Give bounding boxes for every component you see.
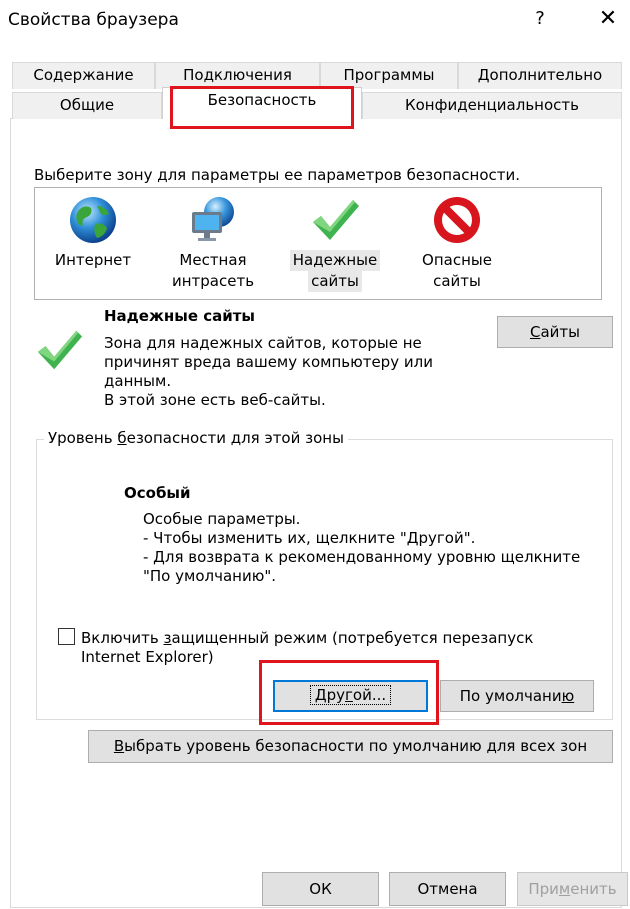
sites-button[interactable]: Сайты [497,316,613,348]
protected-mode-checkbox[interactable] [58,628,75,645]
btn-text: ыбрать уровень безопасности по умолчанию… [124,737,588,755]
ok-button[interactable]: ОК [262,872,379,906]
desc-line: Зона для надежных сайтов, которые не [104,334,422,352]
tab-programs[interactable]: Программы [320,62,458,89]
desc-line: В этой зоне есть веб-сайты. [104,391,326,409]
desc-line: причинят вреда вашему компьютеру или [104,353,433,371]
cancel-button[interactable]: Отмена [389,872,506,906]
custom-level-button[interactable]: Другой... [273,680,428,712]
zone-intranet[interactable]: Местная интрасеть [163,188,263,292]
zone-label-2: сайты [308,271,362,292]
level-title: Особый [124,484,191,502]
selected-zone-checkmark-icon [34,325,84,379]
btn-accel: м [558,880,571,898]
selected-zone-title: Надежные сайты [104,307,255,325]
desc-line: данным. [104,372,172,390]
btn-text: При [528,880,559,898]
btn-text: По умолчани [459,687,562,705]
window-title: Свойства браузера [8,10,179,30]
btn-text: ой... [352,686,387,704]
zone-label-2: сайты [433,272,481,290]
level-desc-line: Особые параметры. [143,510,301,528]
tab-privacy[interactable]: Конфиденциальность [362,92,622,119]
level-desc-line: - Чтобы изменить их, щелкните "Другой". [143,529,476,547]
legend-accel: б [117,429,127,447]
zone-list: Интернет Местная интрасеть Надежные сайт… [34,187,602,300]
zone-prompt: Выберите зону для параметры ее параметро… [34,166,520,184]
globe-icon [67,194,119,246]
security-level-legend: Уровень безопасности для этой зоны [44,429,348,447]
level-desc-line: "По умолчанию". [143,567,276,585]
zone-internet[interactable]: Интернет [49,188,137,271]
btn-text: айты [540,323,580,341]
zone-label: Местная [179,251,247,269]
btn-accel: В [113,737,125,755]
label-text: ащищенный режим (потребуется перезапуск [171,629,534,647]
label-text: Включить [81,629,164,647]
btn-accel: С [529,323,541,341]
btn-accel: г [345,686,353,704]
btn-text: енить [570,880,617,898]
btn-text: Дру [314,686,345,704]
checkmark-icon [309,194,361,246]
selected-zone-description: Зона для надежных сайтов, которые не при… [104,334,433,410]
btn-accel: ю [561,687,575,705]
legend-text: езопасности для этой зоны [126,429,344,447]
zone-label: Надежные [289,250,381,271]
zone-label-2: интрасеть [171,272,255,290]
btn-focus-rect: Другой... [309,685,392,705]
tab-general[interactable]: Общие [12,92,162,119]
label-text-2: Internet Explorer) [81,648,214,666]
legend-text: Уровень [48,429,118,447]
zone-label: Опасные [422,251,492,269]
tab-security[interactable]: Безопасность [162,87,362,119]
help-button[interactable]: ? [530,8,550,29]
tab-connections[interactable]: Подключения [155,62,320,89]
reset-all-zones-button[interactable]: Выбрать уровень безопасности по умолчани… [88,730,613,763]
protected-mode-label[interactable]: Включить защищенный режим (потребуется п… [81,629,533,667]
zone-restricted[interactable]: Опасные сайты [407,188,507,292]
default-level-button[interactable]: По умолчанию [440,680,594,712]
level-description: Особые параметры. - Чтобы изменить их, щ… [143,510,580,586]
zone-label: Интернет [54,251,132,269]
apply-button[interactable]: Применить [517,872,628,906]
level-desc-line: - Для возврата к рекомендованному уровню… [143,548,581,566]
prohibited-icon [431,194,483,246]
intranet-icon [187,194,239,246]
close-button[interactable]: ✕ [596,6,620,31]
tab-content[interactable]: Содержание [12,62,155,89]
tab-advanced[interactable]: Дополнительно [458,62,622,89]
zone-trusted[interactable]: Надежные сайты [285,188,385,292]
label-accel: з [163,629,172,647]
